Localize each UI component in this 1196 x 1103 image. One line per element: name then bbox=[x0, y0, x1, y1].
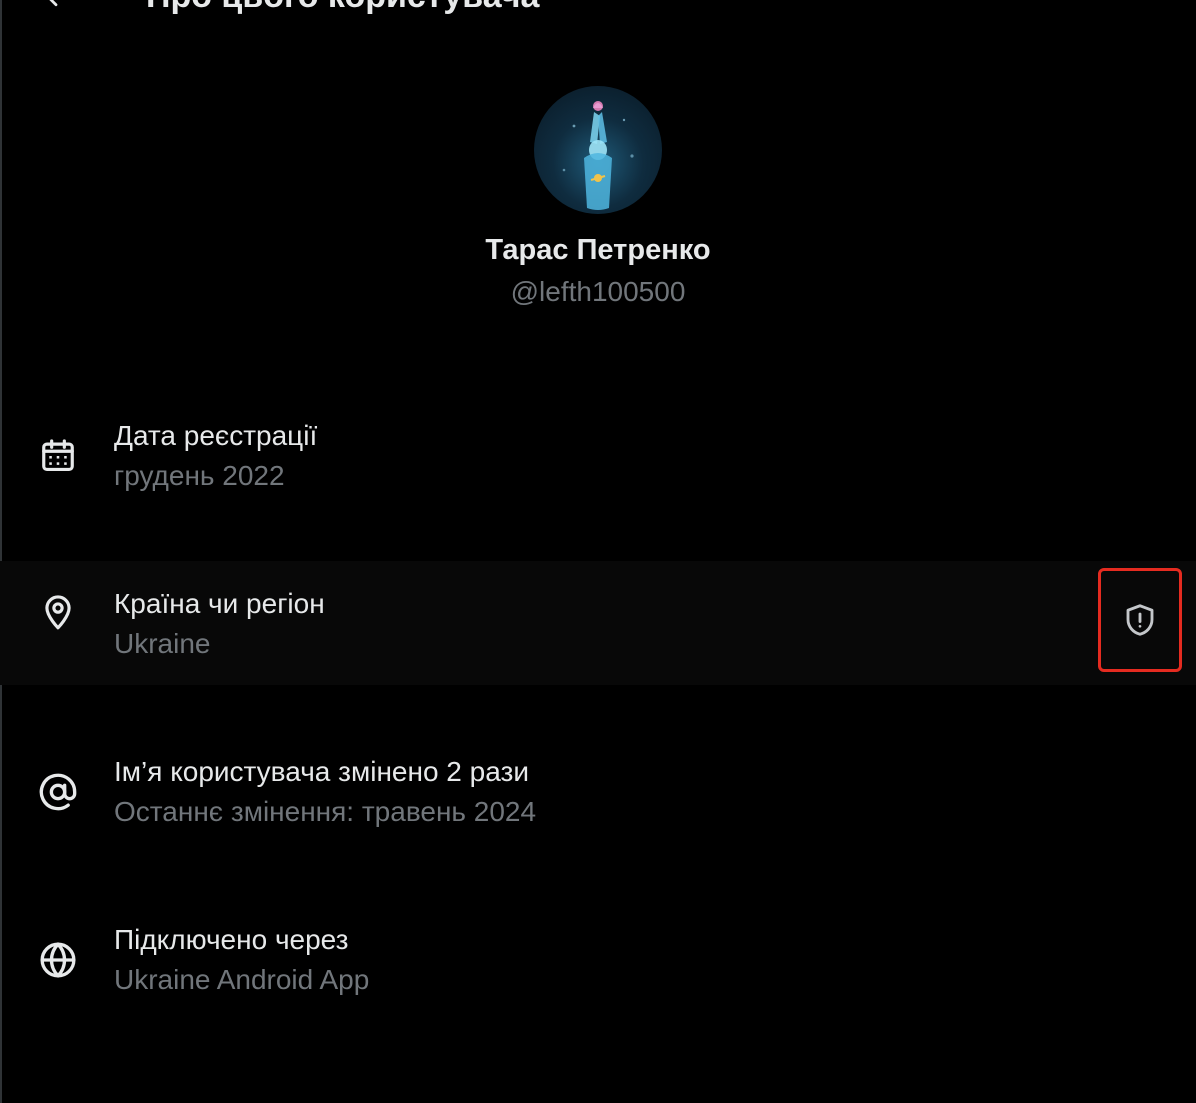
page-title: Про цього користувача bbox=[146, 0, 539, 14]
info-row-connected-via: Підключено через Ukraine Android App bbox=[0, 904, 1196, 1028]
account-based-in-info-button[interactable] bbox=[1098, 568, 1182, 672]
avatar-image bbox=[562, 101, 634, 210]
shield-alert-icon bbox=[1126, 604, 1154, 636]
row-title: Країна чи регіон bbox=[114, 588, 325, 619]
location-pin-icon bbox=[36, 590, 80, 634]
row-title: Підключено через bbox=[114, 924, 349, 955]
calendar-icon bbox=[36, 434, 80, 478]
profile-summary: Тарас Петренко @lefth100500 bbox=[0, 86, 1196, 310]
row-title: Дата реєстрації bbox=[114, 420, 318, 451]
row-title: Ім’я користувача змінено 2 рази bbox=[114, 756, 529, 787]
row-subtitle: Ukraine Android App bbox=[114, 964, 370, 995]
page-header: Про цього користувача bbox=[0, 0, 1196, 14]
row-subtitle: Останнє змінення: травень 2024 bbox=[114, 796, 537, 827]
back-button[interactable] bbox=[38, 0, 74, 14]
display-name: Тарас Петренко bbox=[485, 234, 711, 266]
globe-icon bbox=[36, 938, 80, 982]
row-subtitle: грудень 2022 bbox=[114, 460, 285, 491]
info-row-username-changes: Ім’я користувача змінено 2 рази Останнє … bbox=[0, 736, 1196, 860]
at-sign-icon bbox=[36, 770, 80, 814]
info-row-country: Країна чи регіон Ukraine bbox=[0, 561, 1196, 685]
info-row-registration-date: Дата реєстрації грудень 2022 bbox=[0, 400, 1196, 524]
arrow-left-icon bbox=[49, 0, 58, 7]
avatar[interactable] bbox=[534, 86, 662, 214]
user-handle: @lefth100500 bbox=[510, 276, 686, 307]
row-subtitle: Ukraine bbox=[114, 628, 211, 659]
